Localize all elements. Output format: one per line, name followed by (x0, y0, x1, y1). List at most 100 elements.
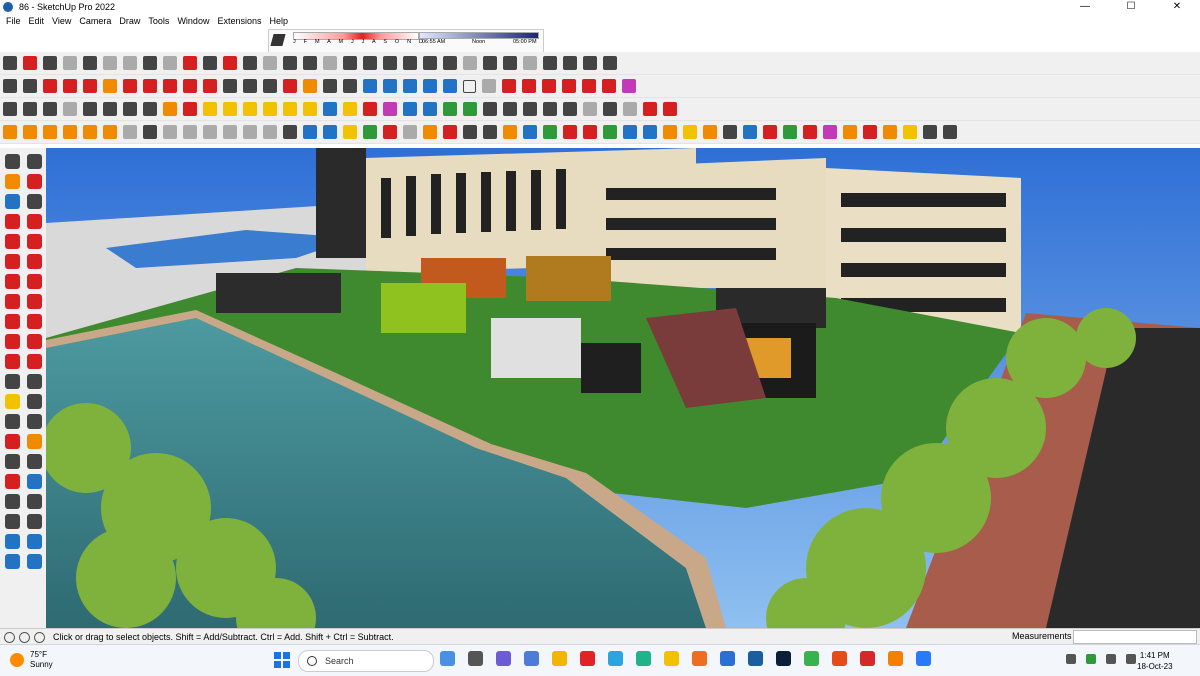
purple-arrow-icon[interactable] (823, 125, 837, 139)
calendar-app-icon[interactable] (524, 651, 539, 666)
wireframe-icon[interactable] (143, 102, 157, 116)
red-cross-icon[interactable] (583, 125, 597, 139)
eraser-tool-icon[interactable] (26, 174, 42, 189)
column-icon[interactable] (523, 56, 537, 70)
outline-square-icon[interactable] (463, 125, 477, 139)
red-arrow-icon[interactable] (803, 125, 817, 139)
taskbar-search[interactable]: Search (298, 650, 434, 672)
frame-square-icon[interactable] (483, 125, 497, 139)
dots-circle-icon[interactable] (943, 125, 957, 139)
floor-icon[interactable] (503, 56, 517, 70)
paint-tool-icon[interactable] (4, 174, 20, 189)
move-icon[interactable] (163, 79, 177, 93)
rectangle-icon[interactable] (103, 79, 117, 93)
menu-help[interactable]: Help (269, 16, 288, 26)
blue-x-icon[interactable] (643, 125, 657, 139)
window-maker-icon[interactable] (423, 56, 437, 70)
sandbox-smoove-icon[interactable] (26, 554, 42, 569)
pencil-icon[interactable] (63, 79, 77, 93)
yellow-grid-icon[interactable] (903, 125, 917, 139)
top-view-icon[interactable] (23, 102, 37, 116)
wall-icon[interactable] (483, 56, 497, 70)
green-cross-icon[interactable] (603, 125, 617, 139)
axes-tool-icon[interactable] (4, 414, 20, 429)
round-corner-icon[interactable] (143, 56, 157, 70)
extension-warehouse-icon[interactable] (622, 79, 636, 93)
menu-camera[interactable]: Camera (79, 16, 111, 26)
zoom-icon[interactable] (323, 79, 337, 93)
polygon-icon[interactable] (223, 102, 237, 116)
cube-wire-icon[interactable] (203, 125, 217, 139)
joint-push-pull-icon[interactable] (323, 56, 337, 70)
teams-icon[interactable] (496, 651, 511, 666)
magnet-icon[interactable] (763, 125, 777, 139)
widgets-app-icon[interactable] (440, 651, 455, 666)
app-green-icon[interactable] (804, 651, 819, 666)
look-around-icon[interactable] (463, 102, 477, 116)
hammer-icon[interactable] (683, 125, 697, 139)
rotated-rect-icon[interactable] (26, 234, 42, 249)
rings-icon[interactable] (43, 125, 57, 139)
store-icon[interactable] (603, 56, 617, 70)
shell-icon[interactable] (343, 56, 357, 70)
taskbar-clock[interactable]: 1:41 PM 18-Oct-23 (1137, 650, 1173, 672)
shadow-toggle-icon[interactable] (270, 34, 286, 46)
offset-edges-icon[interactable] (203, 56, 217, 70)
ms-store-icon[interactable] (636, 651, 651, 666)
help-icon[interactable] (34, 631, 45, 643)
follow-me-tool-icon[interactable] (26, 334, 42, 349)
paint-bucket-icon[interactable] (263, 79, 277, 93)
time-slider[interactable] (419, 32, 539, 39)
add-detail-icon[interactable] (443, 79, 457, 93)
select-tool-icon[interactable] (4, 154, 20, 169)
component-tool-icon[interactable] (26, 154, 42, 169)
iso-view-icon[interactable] (3, 102, 17, 116)
oval-icon[interactable] (263, 102, 277, 116)
grid-icon[interactable] (3, 125, 17, 139)
menu-edit[interactable]: Edit (29, 16, 45, 26)
dimension-tool-icon[interactable] (26, 374, 42, 389)
chamfer-icon[interactable] (183, 56, 197, 70)
freehand-icon[interactable] (3, 56, 17, 70)
arc-icon[interactable] (23, 56, 37, 70)
text-tool-icon[interactable] (26, 394, 42, 409)
telegram-icon[interactable] (608, 651, 623, 666)
3d-text-icon[interactable] (26, 414, 42, 429)
chrome-icon[interactable] (832, 651, 847, 666)
trim-icon[interactable] (582, 79, 596, 93)
sketchup-taskbar-icon[interactable] (748, 651, 763, 666)
rectangle-tool-icon[interactable] (4, 234, 20, 249)
dimension-icon[interactable] (323, 102, 337, 116)
white-plane-icon[interactable] (403, 125, 417, 139)
left-view-icon[interactable] (103, 102, 117, 116)
warning-icon[interactable] (663, 125, 677, 139)
pinterest-icon[interactable] (860, 651, 875, 666)
tangent-arc-icon[interactable] (223, 56, 237, 70)
three-point-arc-icon[interactable] (26, 294, 42, 309)
solid-tools-icon[interactable] (482, 79, 496, 93)
red-square-icon[interactable] (443, 125, 457, 139)
tape-tool-icon[interactable] (4, 374, 20, 389)
orange-box-icon[interactable] (843, 125, 857, 139)
brave-icon[interactable] (692, 651, 707, 666)
photoshop-icon[interactable] (776, 651, 791, 666)
volume-icon[interactable] (1126, 654, 1136, 664)
section-cut-icon[interactable] (383, 102, 397, 116)
circle-grid-icon[interactable] (243, 125, 257, 139)
look-tool-icon[interactable] (26, 494, 42, 509)
stamp-icon[interactable] (403, 79, 417, 93)
minimize-button[interactable]: — (1062, 0, 1108, 14)
outliner-icon[interactable] (583, 102, 597, 116)
warehouse-icon[interactable] (563, 56, 577, 70)
ring-icon[interactable] (283, 102, 297, 116)
zoom-window-icon[interactable] (26, 454, 42, 469)
axes-icon[interactable] (403, 102, 417, 116)
position-camera-icon[interactable] (483, 102, 497, 116)
menu-extensions[interactable]: Extensions (217, 16, 261, 26)
bridge-icon[interactable] (503, 125, 517, 139)
green-plane-icon[interactable] (363, 125, 377, 139)
divide-icon[interactable] (283, 56, 297, 70)
position-tool-icon[interactable] (4, 494, 20, 509)
search-icon[interactable] (3, 79, 17, 93)
geo-location-icon[interactable] (19, 631, 30, 643)
